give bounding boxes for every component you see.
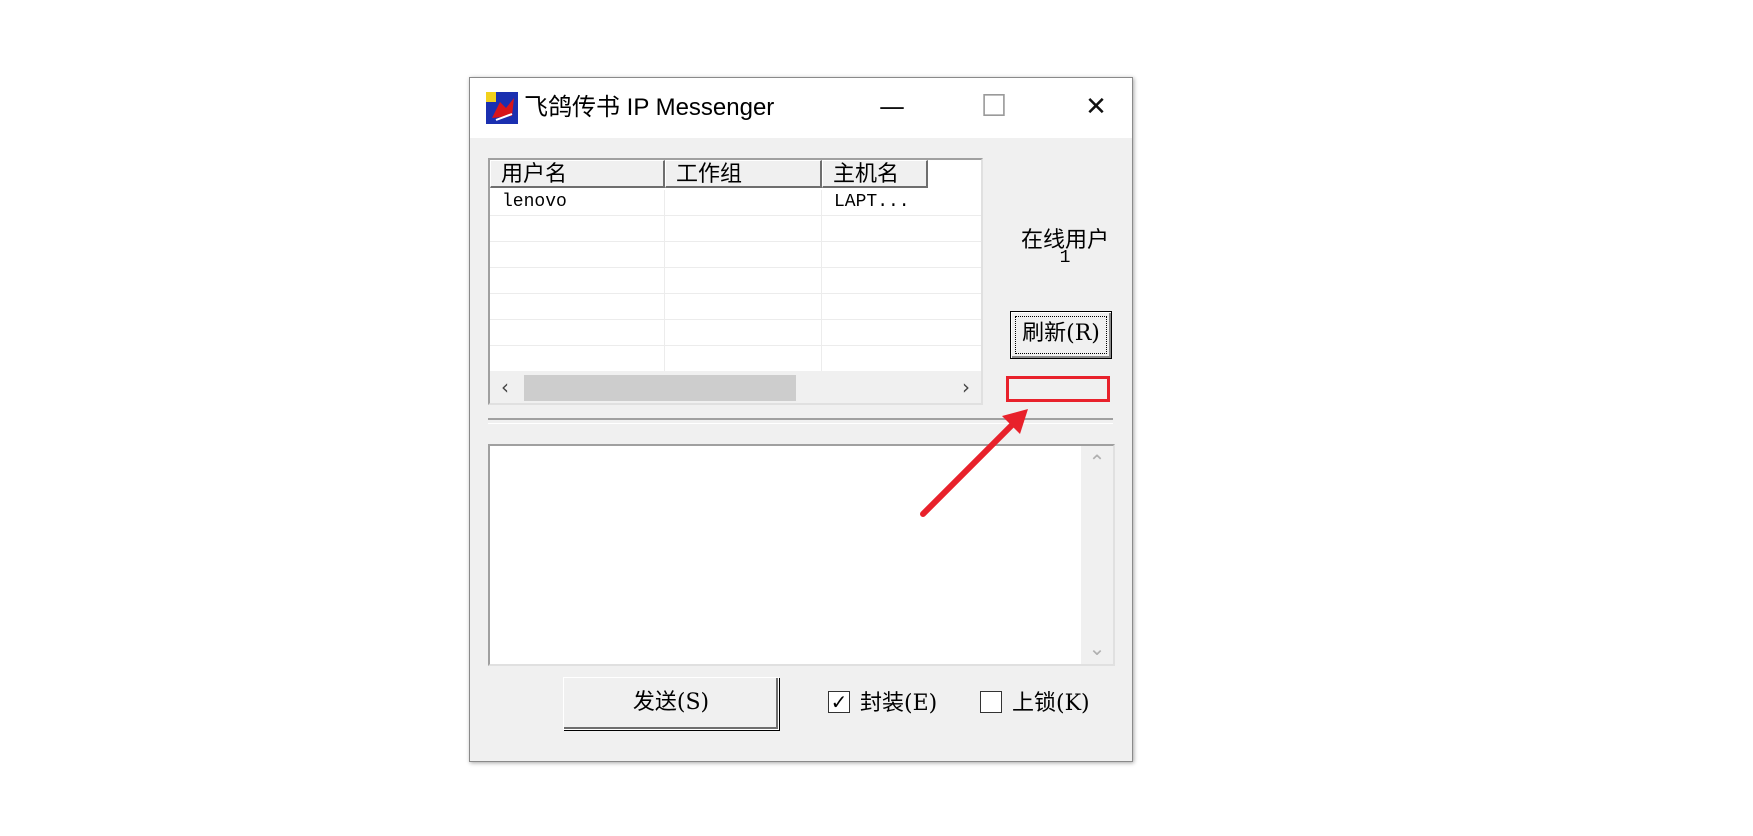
table-row (490, 216, 981, 242)
window-title: 飞鸽传书 IP Messenger (524, 94, 775, 121)
cell-hostname: LAPT... (834, 192, 910, 212)
user-list-header: 用户名 工作组 主机名 (490, 160, 981, 190)
scroll-up-icon[interactable]: ⌃ (1081, 446, 1113, 478)
ip-messenger-window: 飞鸽传书 IP Messenger — ☐ ✕ 用户名 工作组 主机名 leno… (469, 77, 1133, 762)
close-button[interactable]: ✕ (1074, 88, 1118, 126)
pane-splitter[interactable] (488, 418, 1113, 424)
lock-check-box[interactable] (980, 691, 1002, 713)
table-row (490, 242, 981, 268)
column-username[interactable]: 用户名 (490, 160, 665, 188)
seal-checkbox[interactable]: ✓ 封装(E) (828, 689, 937, 719)
table-row (490, 320, 981, 346)
scroll-thumb[interactable] (524, 375, 796, 401)
table-row (490, 268, 981, 294)
table-row (490, 346, 981, 371)
message-input[interactable]: ⌃ ⌄ (488, 444, 1115, 666)
scroll-right-icon[interactable]: › (951, 371, 981, 403)
seal-check-icon[interactable]: ✓ (828, 691, 850, 713)
online-users-count: 1 (1059, 248, 1071, 268)
title-bar[interactable]: 飞鸽传书 IP Messenger — ☐ ✕ (470, 78, 1132, 138)
table-row[interactable]: lenovo LAPT... (490, 190, 981, 216)
horizontal-scrollbar[interactable]: ‹ › (490, 371, 981, 403)
app-icon (486, 92, 518, 124)
maximize-button[interactable]: ☐ (972, 88, 1016, 126)
lock-label: 上锁(K) (1012, 691, 1090, 716)
column-hostname[interactable]: 主机名 (822, 160, 928, 188)
send-button[interactable]: 发送(S) (563, 677, 779, 730)
refresh-button[interactable]: 刷新(R) (1010, 311, 1112, 359)
scroll-left-icon[interactable]: ‹ (490, 371, 520, 403)
lock-checkbox[interactable]: 上锁(K) (980, 689, 1090, 719)
close-icon: ✕ (1085, 92, 1107, 122)
cell-username: lenovo (490, 190, 665, 215)
scroll-down-icon[interactable]: ⌄ (1081, 632, 1113, 664)
seal-label: 封装(E) (860, 691, 938, 716)
vertical-scrollbar[interactable]: ⌃ ⌄ (1081, 446, 1113, 664)
cell-workgroup (665, 190, 822, 215)
table-row (490, 294, 981, 320)
maximize-icon: ☐ (980, 89, 1008, 124)
minimize-button[interactable]: — (870, 88, 914, 126)
annotation-highlight-box (1006, 376, 1110, 402)
column-workgroup[interactable]: 工作组 (665, 160, 822, 188)
user-list[interactable]: 用户名 工作组 主机名 lenovo LAPT... ‹ › (488, 158, 983, 405)
